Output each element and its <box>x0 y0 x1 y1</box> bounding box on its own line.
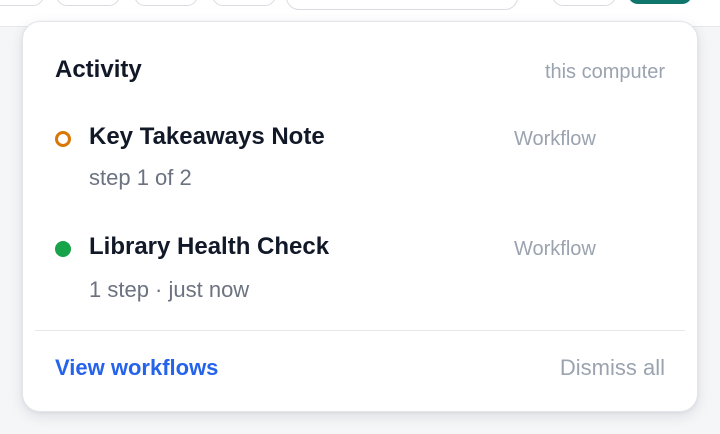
activity-item-type: Workflow <box>514 238 596 260</box>
activity-popover: Activity this computer Key Takeaways Not… <box>22 21 698 412</box>
search-input[interactable] <box>286 0 518 10</box>
in-progress-status-icon <box>55 131 71 147</box>
activity-item-title: Key Takeaways Note <box>89 123 325 150</box>
toolbar-button[interactable] <box>134 0 198 6</box>
activity-item-detail: 1 step · just now <box>89 277 250 302</box>
activity-item-key-takeaways-note[interactable]: Key Takeaways Note Workflow step 1 of 2 <box>23 117 697 207</box>
footer-divider <box>35 330 685 331</box>
activity-item-detail: step 1 of 2 <box>89 165 192 190</box>
view-workflows-link[interactable]: View workflows <box>55 355 218 381</box>
activity-item-type: Workflow <box>514 128 596 150</box>
dismiss-all-button[interactable]: Dismiss all <box>560 355 665 381</box>
popover-scope-label: this computer <box>544 61 665 83</box>
toolbar-button[interactable] <box>56 0 120 6</box>
activity-item-library-health-check[interactable]: Library Health Check Workflow 1 step · j… <box>23 227 697 317</box>
toolbar-button[interactable] <box>552 0 616 6</box>
popover-title: Activity <box>55 56 142 83</box>
toolbar-button[interactable] <box>0 0 44 6</box>
toolbar-button[interactable] <box>212 0 276 6</box>
activity-item-title: Library Health Check <box>89 233 330 260</box>
activity-button[interactable] <box>628 0 692 4</box>
completed-status-icon <box>55 241 71 257</box>
